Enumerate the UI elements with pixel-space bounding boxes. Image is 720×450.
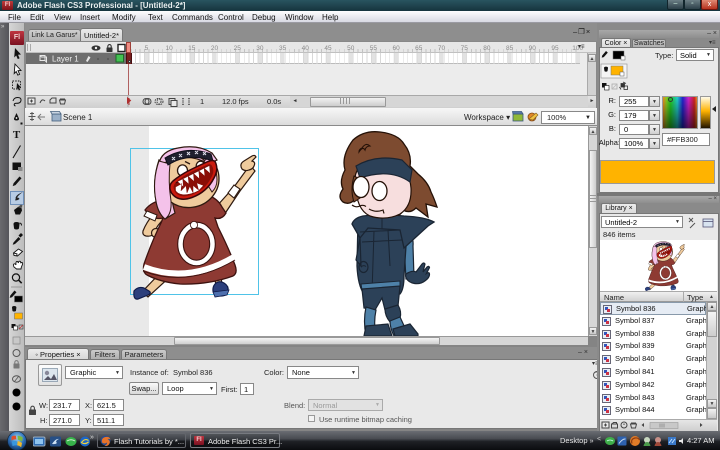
svg-text:10: 10 [165, 45, 173, 52]
svg-text:15: 15 [188, 45, 196, 52]
svg-text:B:: B: [609, 124, 616, 133]
svg-text:45: 45 [324, 45, 332, 52]
svg-text:35: 35 [279, 45, 287, 52]
svg-text:80: 80 [483, 45, 491, 52]
svg-text:40: 40 [302, 45, 310, 52]
svg-text:Layer 1: Layer 1 [52, 55, 79, 64]
svg-text:95: 95 [551, 45, 559, 52]
svg-text:65: 65 [415, 45, 423, 52]
svg-text:30: 30 [256, 45, 264, 52]
svg-text:70: 70 [438, 45, 446, 52]
svg-text:90: 90 [529, 45, 537, 52]
svg-text:55: 55 [370, 45, 378, 52]
svg-text:12.0 fps: 12.0 fps [222, 97, 249, 106]
svg-text:5: 5 [145, 45, 149, 52]
svg-text:85: 85 [506, 45, 514, 52]
svg-text:T: T [13, 129, 21, 141]
svg-text:75: 75 [461, 45, 469, 52]
svg-text:20: 20 [211, 45, 219, 52]
svg-text:50: 50 [347, 45, 355, 52]
svg-text:60: 60 [392, 45, 400, 52]
svg-text:0.0s: 0.0s [267, 97, 281, 106]
svg-text:1: 1 [200, 97, 204, 106]
svg-text:R:: R: [609, 96, 617, 105]
svg-text:25: 25 [234, 45, 242, 52]
svg-text:Alpha:: Alpha: [599, 138, 620, 147]
svg-text:G:: G: [608, 110, 616, 119]
